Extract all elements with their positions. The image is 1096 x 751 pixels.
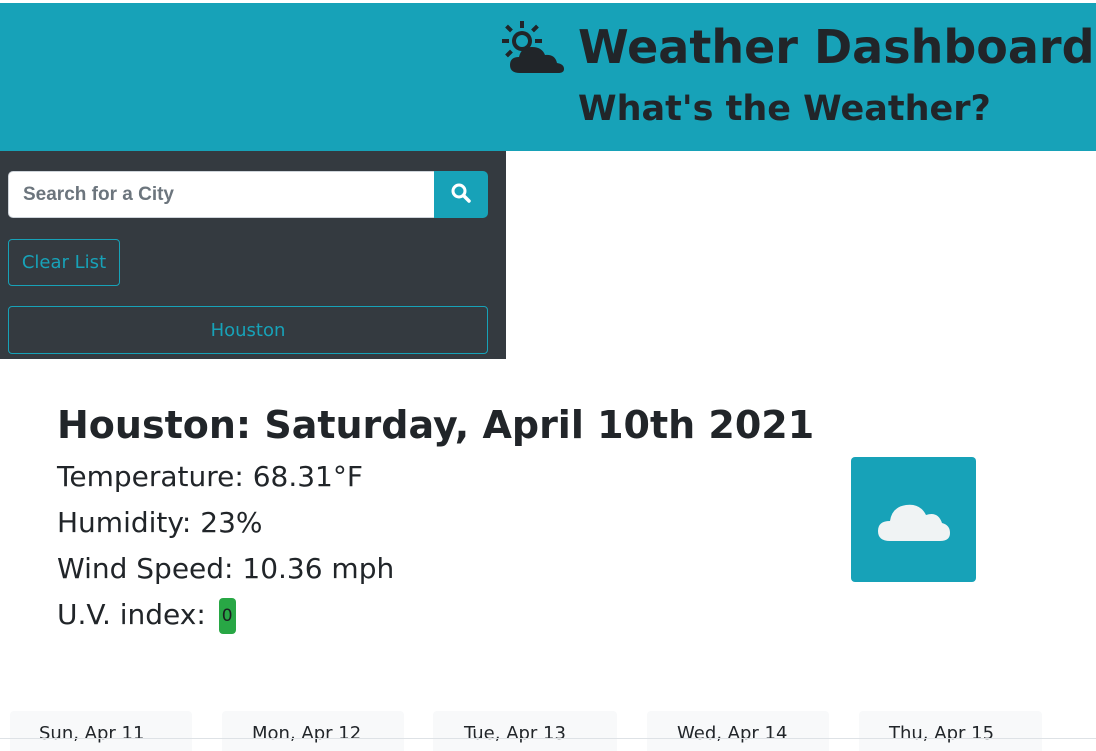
uv-index-badge: 0 xyxy=(218,598,236,634)
current-city-date: Houston: Saturday, April 10th 2021 xyxy=(57,403,815,447)
forecast-date: Thu, Apr 15 xyxy=(889,723,995,744)
forecast-date: Mon, Apr 12 xyxy=(252,723,362,744)
page-subtitle: What's the Weather? xyxy=(578,89,991,129)
humidity-text: Humidity: 23% xyxy=(57,506,263,539)
wind-speed-text: Wind Speed: 10.36 mph xyxy=(57,552,395,585)
history-city-button[interactable]: Houston xyxy=(8,306,488,354)
city-search-input[interactable] xyxy=(8,171,434,218)
forecast-card: Mon, Apr 12 xyxy=(222,711,404,751)
temperature-text: Temperature: 68.31°F xyxy=(57,460,363,493)
page-header: Weather Dashboard What's the Weather? xyxy=(0,3,1096,151)
forecast-card: Tue, Apr 13 xyxy=(433,711,617,751)
current-weather-icon-tile xyxy=(851,457,976,582)
uv-index-row: U.V. index: 0 xyxy=(57,597,236,634)
uv-index-label: U.V. index: xyxy=(57,598,206,631)
search-button[interactable] xyxy=(434,171,488,218)
page-edge-divider xyxy=(0,738,1096,739)
forecast-date: Wed, Apr 14 xyxy=(677,723,788,744)
sun-behind-cloud-icon xyxy=(500,21,566,75)
forecast-card: Wed, Apr 14 xyxy=(647,711,829,751)
forecast-card: Thu, Apr 15 xyxy=(859,711,1042,751)
forecast-date: Tue, Apr 13 xyxy=(464,723,566,744)
search-sidebar: Clear List Houston xyxy=(0,151,506,359)
clear-list-button[interactable]: Clear List xyxy=(8,239,120,286)
page-title: Weather Dashboard xyxy=(578,20,1095,74)
cloud-icon xyxy=(876,493,952,547)
forecast-card: Sun, Apr 11 xyxy=(10,711,192,751)
forecast-date: Sun, Apr 11 xyxy=(39,723,145,744)
search-icon xyxy=(451,183,471,207)
